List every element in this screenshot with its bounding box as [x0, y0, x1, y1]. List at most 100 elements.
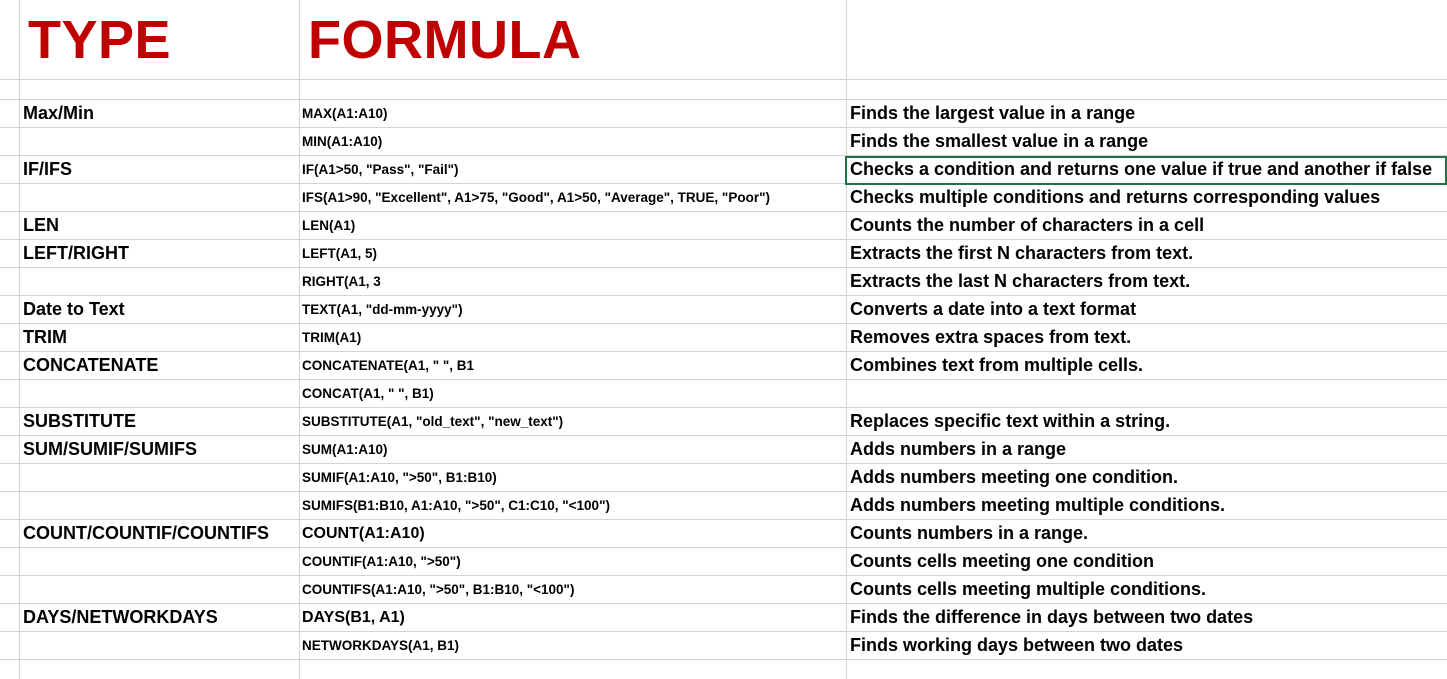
description-cell-text: Checks multiple conditions and returns c… [850, 187, 1381, 207]
description-cell[interactable]: Checks multiple conditions and returns c… [850, 184, 1445, 211]
description-cell-text: Counts numbers in a range. [850, 523, 1089, 543]
formula-cell[interactable]: IF(A1>50, "Pass", "Fail") [302, 156, 842, 183]
formula-cell[interactable]: NETWORKDAYS(A1, B1) [302, 632, 842, 659]
description-cell[interactable]: Extracts the last N characters from text… [850, 268, 1445, 295]
description-cell[interactable] [850, 380, 1445, 407]
formula-cell[interactable]: CONCAT(A1, " ", B1) [302, 380, 842, 407]
formula-cell-text: TEXT(A1, "dd-mm-yyyy") [302, 302, 463, 317]
description-cell[interactable]: Finds the largest value in a range [850, 100, 1445, 127]
type-cell[interactable]: COUNT/COUNTIF/COUNTIFS [23, 520, 298, 547]
empty-row[interactable] [0, 80, 1447, 100]
formula-header-cell[interactable]: FORMULA [308, 0, 838, 79]
formula-cell[interactable]: CONCATENATE(A1, " ", B1 [302, 352, 842, 379]
table-row: LEFT/RIGHT LEFT(A1, 5) Extracts the first … [0, 240, 1447, 268]
type-cell[interactable]: LEFT/RIGHT [23, 240, 298, 267]
formula-cell[interactable]: MIN(A1:A10) [302, 128, 842, 155]
table-row: TRIM TRIM(A1) Removes extra spaces from te… [0, 324, 1447, 352]
formula-cell[interactable]: SUMIF(A1:A10, ">50", B1:B10) [302, 464, 842, 491]
type-cell-text: CONCATENATE [23, 355, 159, 375]
type-header: TYPE [28, 9, 172, 70]
description-cell[interactable]: Counts numbers in a range. [850, 520, 1445, 547]
formula-cell[interactable]: COUNTIFS(A1:A10, ">50", B1:B10, "<100") [302, 576, 842, 603]
type-cell-text: LEN [23, 215, 59, 235]
type-header-cell[interactable]: TYPE [28, 0, 298, 79]
description-cell[interactable]: Extracts the first N characters from tex… [850, 240, 1445, 267]
type-cell[interactable] [23, 380, 298, 407]
type-cell[interactable] [23, 184, 298, 211]
type-cell[interactable]: IF/IFS [23, 156, 298, 183]
description-cell[interactable]: Counts cells meeting multiple conditions… [850, 576, 1445, 603]
type-cell-text: IF/IFS [23, 159, 72, 179]
type-cell[interactable]: DAYS/NETWORKDAYS [23, 604, 298, 631]
type-cell-text: Max/Min [23, 103, 95, 123]
formula-cell[interactable]: TRIM(A1) [302, 324, 842, 351]
description-cell-text: Checks a condition and returns one value… [850, 159, 1433, 179]
description-cell-text: Adds numbers in a range [850, 439, 1067, 459]
table-row: RIGHT(A1, 3 Extracts the last N character… [0, 268, 1447, 296]
description-cell-text: Finds the largest value in a range [850, 103, 1136, 123]
formula-cell[interactable]: COUNT(A1:A10) [302, 520, 842, 547]
formula-cell-text: TRIM(A1) [302, 330, 362, 345]
description-cell[interactable]: Replaces specific text within a string. [850, 408, 1445, 435]
formula-cell-text: CONCAT(A1, " ", B1) [302, 386, 434, 401]
type-cell[interactable]: SUM/SUMIF/SUMIFS [23, 436, 298, 463]
formula-cell[interactable]: COUNTIF(A1:A10, ">50") [302, 548, 842, 575]
description-cell[interactable]: Counts cells meeting one condition [850, 548, 1445, 575]
type-cell[interactable]: Max/Min [23, 100, 298, 127]
formula-cell[interactable]: IFS(A1>90, "Excellent", A1>75, "Good", A… [302, 184, 842, 211]
type-cell[interactable]: SUBSTITUTE [23, 408, 298, 435]
type-cell[interactable]: LEN [23, 212, 298, 239]
type-cell-text: SUBSTITUTE [23, 411, 137, 431]
type-cell[interactable] [23, 268, 298, 295]
column-gridline [846, 0, 847, 679]
description-cell-text: Finds working days between two dates [850, 635, 1184, 655]
description-cell-text: Counts the number of characters in a cel… [850, 215, 1205, 235]
formula-cell[interactable]: SUM(A1:A10) [302, 436, 842, 463]
description-cell-text: Finds the smallest value in a range [850, 131, 1149, 151]
description-cell[interactable]: Finds the difference in days between two… [850, 604, 1445, 631]
formula-cell-text: IFS(A1>90, "Excellent", A1>75, "Good", A… [302, 190, 770, 205]
description-cell[interactable]: Finds working days between two dates [850, 632, 1445, 659]
formula-cell[interactable]: SUBSTITUTE(A1, "old_text", "new_text") [302, 408, 842, 435]
formula-cell[interactable]: LEN(A1) [302, 212, 842, 239]
type-cell[interactable]: Date to Text [23, 296, 298, 323]
description-cell[interactable]: Converts a date into a text format [850, 296, 1445, 323]
table-row: CONCATENATE CONCATENATE(A1, " ", B1 Combin… [0, 352, 1447, 380]
spreadsheet-grid: TYPE FORMULA Max/Min MAX(A1:A10) Finds the… [0, 0, 1447, 679]
formula-cell-text: SUMIF(A1:A10, ">50", B1:B10) [302, 470, 497, 485]
description-cell[interactable]: Adds numbers meeting multiple conditions… [850, 492, 1445, 519]
formula-cell[interactable]: RIGHT(A1, 3 [302, 268, 842, 295]
description-cell[interactable]: Counts the number of characters in a cel… [850, 212, 1445, 239]
formula-cell-text: SUBSTITUTE(A1, "old_text", "new_text") [302, 414, 564, 429]
formula-cell-text: RIGHT(A1, 3 [302, 274, 381, 289]
type-cell[interactable] [23, 576, 298, 603]
description-cell[interactable]: Adds numbers in a range [850, 436, 1445, 463]
formula-cell-text: NETWORKDAYS(A1, B1) [302, 638, 460, 653]
description-cell[interactable]: Removes extra spaces from text. [850, 324, 1445, 351]
formula-header: FORMULA [308, 9, 582, 70]
formula-cell-text: IF(A1>50, "Pass", "Fail") [302, 162, 459, 177]
type-cell-text: COUNT/COUNTIF/COUNTIFS [23, 523, 269, 543]
type-cell[interactable]: CONCATENATE [23, 352, 298, 379]
description-cell[interactable]: Adds numbers meeting one condition. [850, 464, 1445, 491]
table-row: SUMIFS(B1:B10, A1:A10, ">50", C1:C10, "<… [0, 492, 1447, 520]
type-cell[interactable] [23, 632, 298, 659]
type-cell[interactable]: TRIM [23, 324, 298, 351]
type-cell[interactable] [23, 464, 298, 491]
description-cell[interactable]: Finds the smallest value in a range [850, 128, 1445, 155]
description-header-cell[interactable] [850, 0, 1445, 79]
description-cell[interactable]: Combines text from multiple cells. [850, 352, 1445, 379]
formula-cell-text: COUNTIFS(A1:A10, ">50", B1:B10, "<100") [302, 582, 575, 597]
type-cell[interactable] [23, 128, 298, 155]
formula-cell[interactable]: DAYS(B1, A1) [302, 604, 842, 631]
formula-cell-text: MAX(A1:A10) [302, 106, 388, 121]
formula-cell[interactable]: LEFT(A1, 5) [302, 240, 842, 267]
formula-cell[interactable]: MAX(A1:A10) [302, 100, 842, 127]
description-cell[interactable]: Checks a condition and returns one value… [850, 156, 1445, 183]
formula-cell[interactable]: TEXT(A1, "dd-mm-yyyy") [302, 296, 842, 323]
formula-cell-text: COUNTIF(A1:A10, ">50") [302, 554, 461, 569]
type-cell[interactable] [23, 492, 298, 519]
type-cell[interactable] [23, 548, 298, 575]
formula-cell[interactable]: SUMIFS(B1:B10, A1:A10, ">50", C1:C10, "<… [302, 492, 842, 519]
table-row: MIN(A1:A10) Finds the smallest value in a… [0, 128, 1447, 156]
